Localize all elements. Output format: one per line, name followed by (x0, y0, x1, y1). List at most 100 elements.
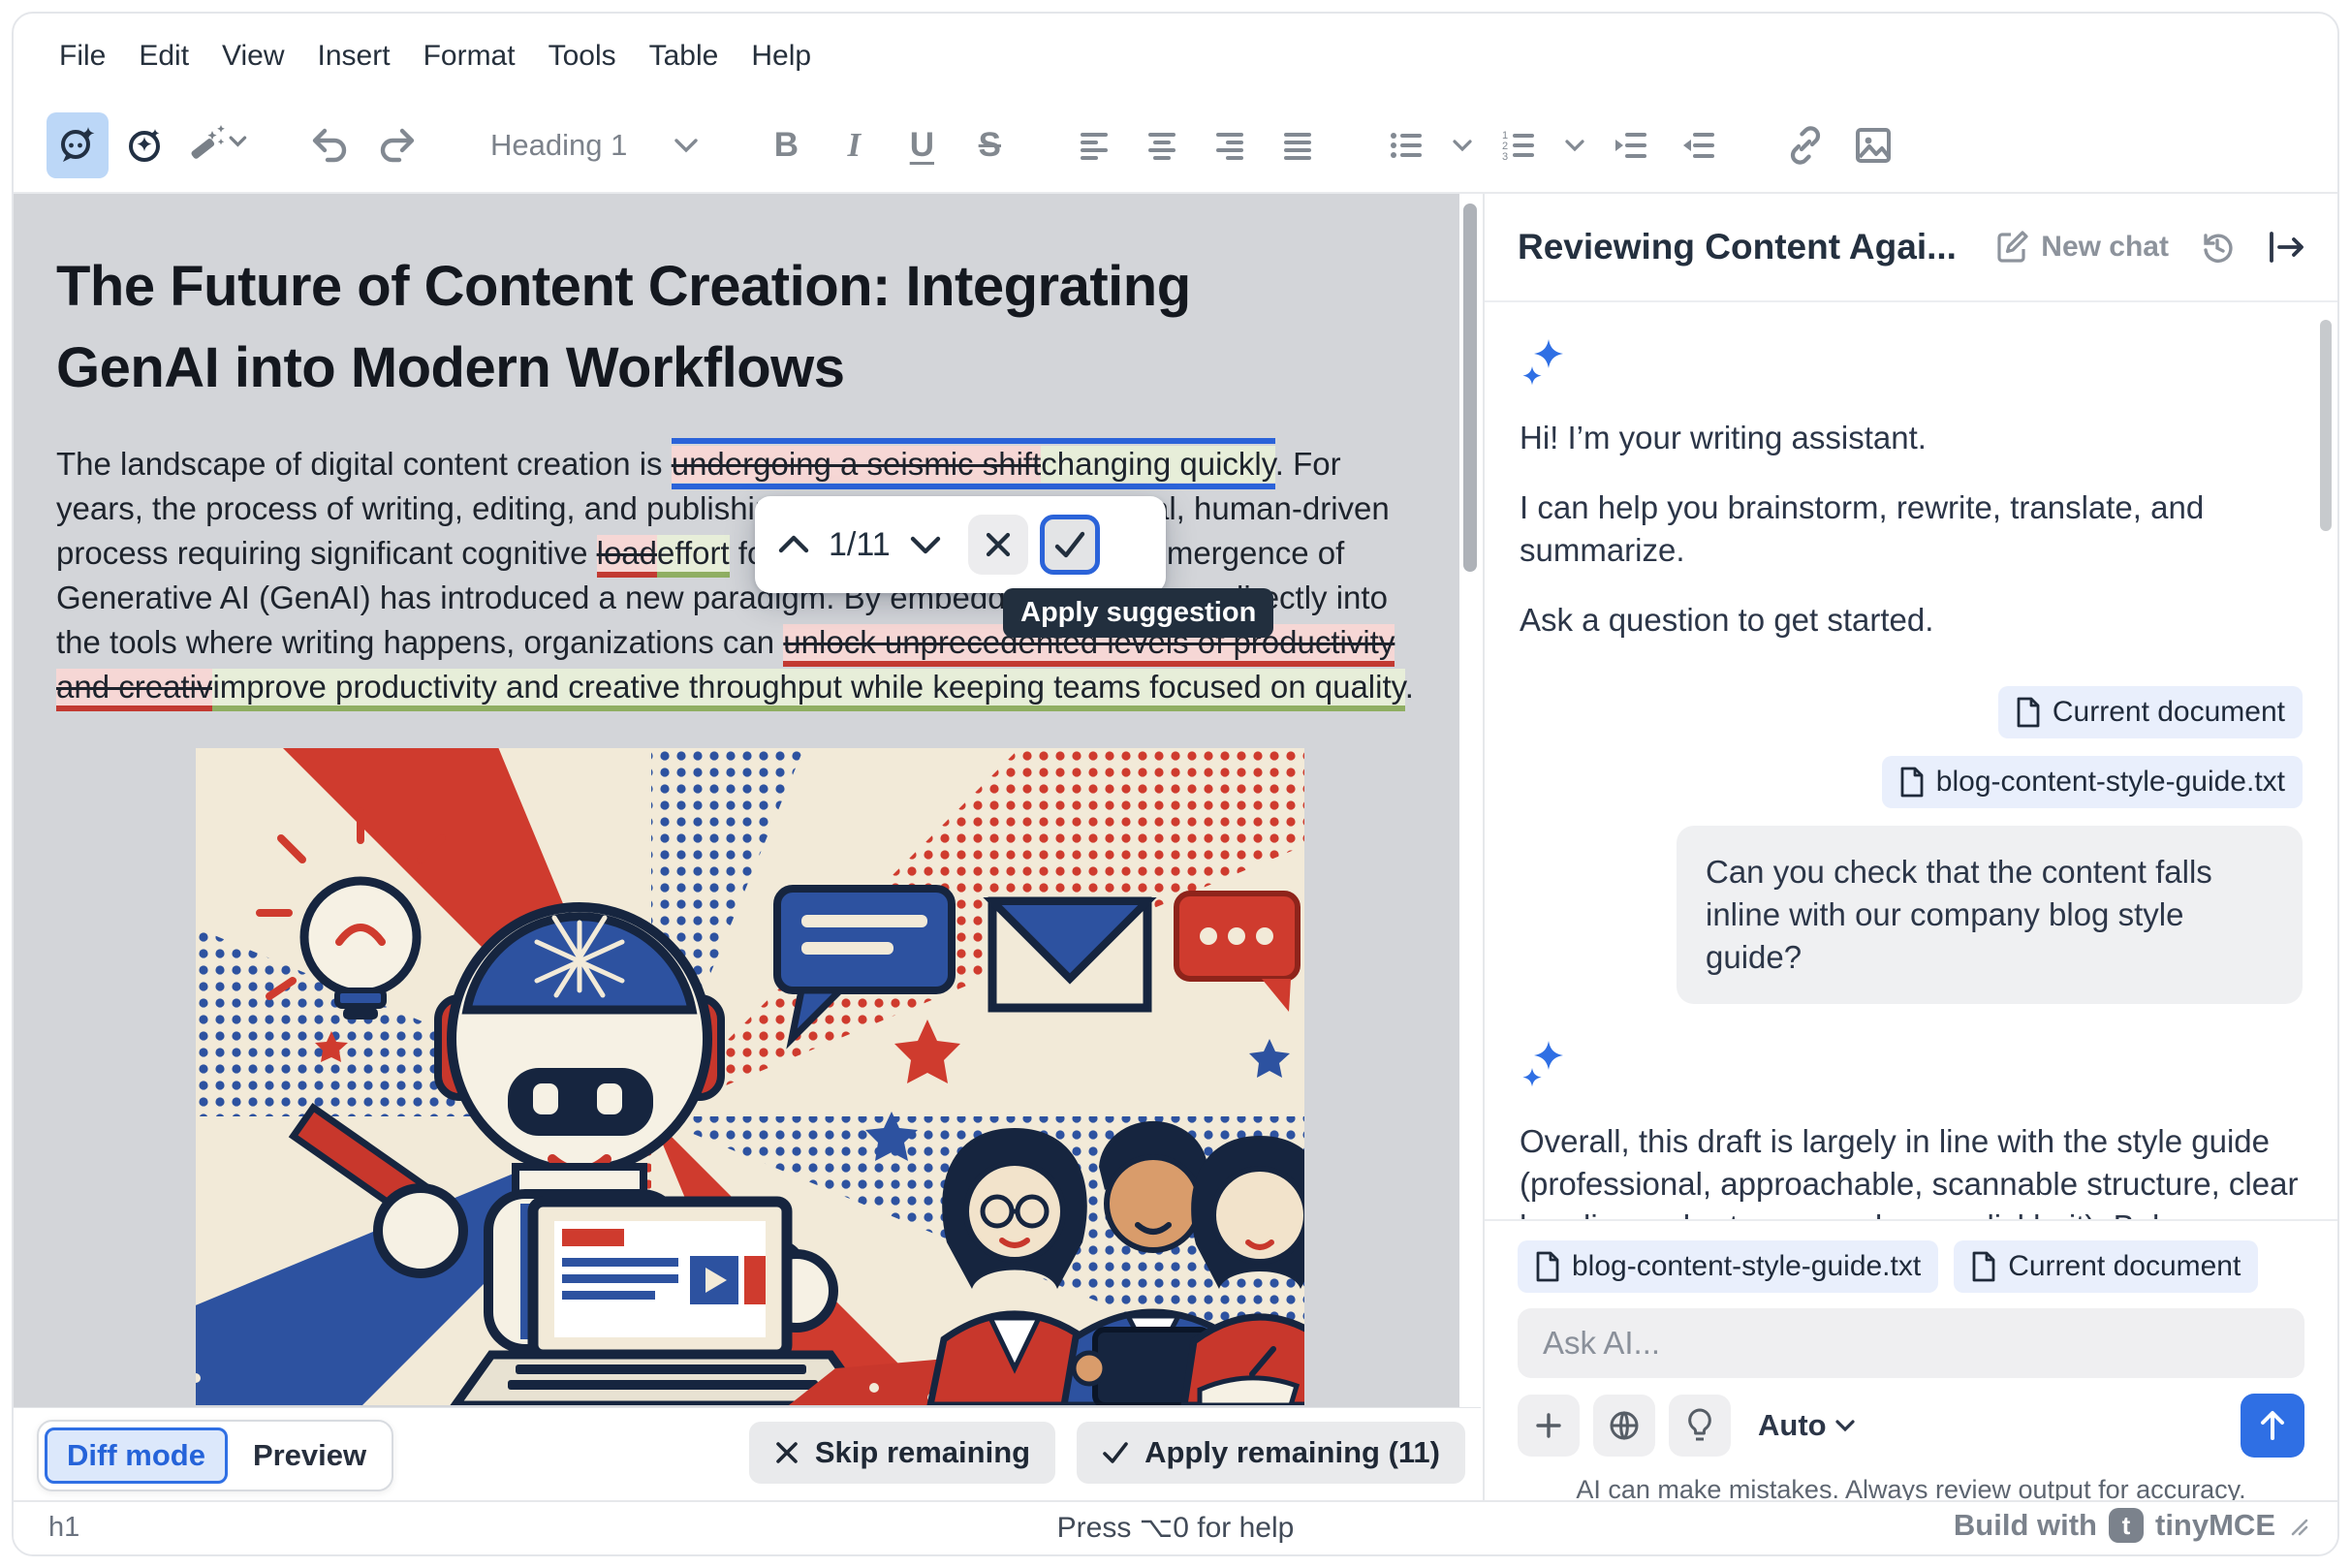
align-right-button[interactable] (1201, 112, 1263, 178)
ideas-button[interactable] (1669, 1395, 1731, 1457)
numbered-list-dropdown[interactable] (1555, 112, 1594, 178)
bullet-list-dropdown[interactable] (1443, 112, 1482, 178)
document-illustration[interactable] (196, 748, 1304, 1405)
numbered-list-icon: 123 (1499, 126, 1538, 165)
align-left-icon (1077, 126, 1115, 165)
bullet-list-icon (1387, 126, 1426, 165)
menu-tools[interactable]: Tools (532, 30, 633, 82)
menu-view[interactable]: View (205, 30, 300, 82)
menu-edit[interactable]: Edit (122, 30, 205, 82)
undo-button[interactable] (298, 112, 360, 178)
indent-button[interactable] (1668, 112, 1730, 178)
numbered-list-button[interactable]: 123 (1488, 112, 1550, 178)
document-title[interactable]: The Future of Content Creation: Integrat… (56, 246, 1355, 409)
strikethrough-icon: S (979, 126, 1001, 165)
web-search-button[interactable] (1593, 1395, 1655, 1457)
bullet-list-button[interactable] (1375, 112, 1437, 178)
composer-chip-current-document[interactable]: Current document (1954, 1240, 2258, 1293)
bold-icon: B (774, 126, 799, 165)
compose-icon (1994, 230, 2029, 265)
menu-file[interactable]: File (43, 30, 122, 82)
assistant-greeting-1: Hi! I’m your writing assistant. (1520, 417, 2304, 459)
redo-icon (375, 123, 420, 168)
assistant-response: Overall, this draft is largely in line w… (1520, 1120, 2304, 1219)
editor-scrollbar-thumb[interactable] (1463, 204, 1477, 572)
diff-action-bar: Diff mode Preview Skip remaining Apply r… (14, 1407, 1481, 1500)
send-button[interactable] (2241, 1394, 2304, 1458)
justify-icon (1280, 126, 1319, 165)
skip-remaining-button[interactable]: Skip remaining (749, 1422, 1055, 1484)
tinymce-logo-icon: t (2109, 1508, 2144, 1543)
bold-button[interactable]: B (755, 112, 817, 178)
indent-icon (1679, 126, 1718, 165)
chat-title: Reviewing Content Agai... (1518, 227, 1957, 267)
tinymce-editor-app: File Edit View Insert Format Tools Table… (12, 12, 2339, 1556)
ai-review-button[interactable] (114, 112, 176, 178)
align-left-button[interactable] (1065, 112, 1127, 178)
collapse-panel-button[interactable] (2266, 231, 2304, 264)
heading-select[interactable]: Heading 1 (473, 112, 716, 178)
align-center-button[interactable] (1133, 112, 1195, 178)
assistant-greeting-2: I can help you brainstorm, rewrite, tran… (1520, 486, 2304, 572)
justify-button[interactable] (1269, 112, 1331, 178)
outdent-icon (1612, 126, 1650, 165)
strikethrough-button[interactable]: S (958, 112, 1020, 178)
ask-ai-input[interactable] (1518, 1308, 2304, 1378)
reject-suggestion-button[interactable] (968, 515, 1028, 575)
sparkles-icon (1520, 337, 2303, 392)
menu-help[interactable]: Help (735, 30, 828, 82)
underline-button[interactable]: U (891, 112, 953, 178)
model-select[interactable]: Auto (1758, 1408, 1856, 1443)
new-chat-button[interactable]: New chat (1994, 230, 2169, 265)
user-message: Can you check that the content falls inl… (1677, 826, 2303, 1004)
menu-insert[interactable]: Insert (301, 30, 407, 82)
ai-review-icon (123, 123, 168, 168)
menu-table[interactable]: Table (633, 30, 736, 82)
document-icon (2016, 697, 2041, 728)
image-button[interactable] (1842, 112, 1904, 178)
ai-chat-panel: Reviewing Content Agai... New chat (1483, 194, 2337, 1500)
suggestion-counter: 1/11 (829, 526, 891, 564)
preview-toggle[interactable]: Preview (234, 1430, 386, 1481)
history-icon (2198, 228, 2237, 267)
element-path: h1 (48, 1512, 79, 1544)
send-arrow-icon (2257, 1409, 2288, 1442)
menu-format[interactable]: Format (407, 30, 532, 82)
italic-icon: I (848, 126, 862, 165)
brand-link[interactable]: tinyMCE (2155, 1508, 2275, 1543)
apply-suggestion-tooltip: Apply suggestion (1003, 588, 1273, 638)
magic-wand-button[interactable] (182, 112, 254, 178)
view-mode-toggle: Diff mode Preview (37, 1420, 393, 1491)
italic-button[interactable]: I (823, 112, 885, 178)
undo-icon (307, 123, 352, 168)
image-icon (1852, 124, 1895, 167)
x-icon (774, 1440, 799, 1465)
apply-suggestion-button[interactable] (1040, 515, 1100, 575)
collapse-panel-icon (2266, 231, 2304, 264)
apply-remaining-button[interactable]: Apply remaining (11) (1077, 1422, 1465, 1484)
previous-suggestion-button[interactable] (776, 533, 811, 556)
underline-icon: U (910, 126, 934, 165)
brand-prefix: Build with (1954, 1508, 2097, 1543)
ai-assistant-button[interactable] (47, 112, 109, 178)
editor-canvas[interactable]: The Future of Content Creation: Integrat… (14, 194, 1459, 1407)
check-icon (1102, 1441, 1129, 1464)
document-icon (1899, 767, 1925, 798)
diff-mode-toggle[interactable]: Diff mode (45, 1427, 228, 1484)
next-suggestion-button[interactable] (908, 533, 943, 556)
chat-header: Reviewing Content Agai... New chat (1485, 194, 2337, 302)
redo-button[interactable] (366, 112, 428, 178)
composer-chip-style-guide[interactable]: blog-content-style-guide.txt (1518, 1240, 1938, 1293)
editor-scrollbar[interactable] (1459, 194, 1481, 1407)
document-paragraph[interactable]: The landscape of digital content creatio… (56, 442, 1419, 709)
add-attachment-button[interactable] (1518, 1395, 1580, 1457)
resize-handle-icon[interactable] (2287, 1515, 2308, 1536)
chat-message-list[interactable]: Hi! I’m your writing assistant. I can he… (1485, 304, 2337, 1219)
outdent-button[interactable] (1600, 112, 1662, 178)
lightbulb-icon (1683, 1407, 1716, 1444)
link-button[interactable] (1774, 112, 1836, 178)
document-icon (1971, 1251, 1996, 1282)
chat-composer: blog-content-style-guide.txt Current doc… (1485, 1219, 2337, 1500)
history-button[interactable] (2198, 228, 2237, 267)
chat-scrollbar-thumb[interactable] (2320, 320, 2332, 531)
